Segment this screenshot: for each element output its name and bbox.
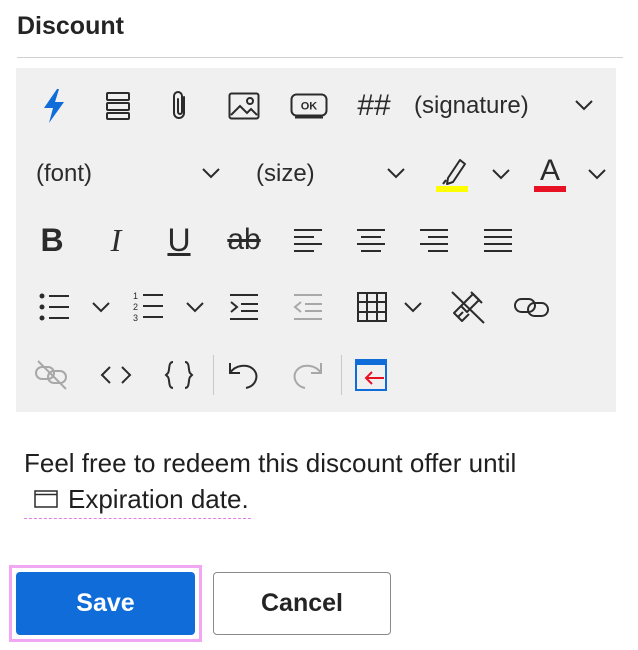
numbered-list-icon[interactable]: 123 xyxy=(128,287,168,327)
chevron-down-icon xyxy=(202,168,220,179)
undo-icon[interactable] xyxy=(223,355,263,395)
underline-button[interactable]: U xyxy=(159,220,199,260)
chevron-down-icon xyxy=(387,168,405,179)
redo-icon xyxy=(288,355,328,395)
insert-link-icon[interactable] xyxy=(510,287,554,327)
attachment-paperclip-icon[interactable] xyxy=(161,86,197,126)
bulleted-list-icon[interactable] xyxy=(34,287,74,327)
align-left-icon[interactable] xyxy=(288,220,328,260)
curly-braces-icon[interactable] xyxy=(159,355,199,395)
editor-body-text[interactable]: Feel free to redeem this discount offer … xyxy=(24,444,516,482)
expiration-date-placeholder[interactable]: Expiration date. xyxy=(24,480,251,519)
font-label: (font) xyxy=(36,160,93,187)
insert-table-icon[interactable] xyxy=(352,287,392,327)
ok-icon-label: OK xyxy=(301,101,318,113)
highlight-chevron-icon[interactable] xyxy=(486,154,516,194)
justify-icon[interactable] xyxy=(478,220,518,260)
align-right-icon[interactable] xyxy=(414,220,454,260)
insert-placeholder-icon[interactable] xyxy=(351,355,391,395)
bulleted-list-chevron-icon[interactable] xyxy=(86,287,116,327)
table-chevron-icon[interactable] xyxy=(398,287,428,327)
font-color-icon[interactable]: A xyxy=(528,152,572,196)
title-divider xyxy=(17,57,623,58)
toolbar-separator xyxy=(213,355,214,395)
font-size-dropdown[interactable]: (size) xyxy=(256,154,411,194)
italic-button[interactable]: I xyxy=(96,220,136,260)
decrease-indent-icon xyxy=(288,287,328,327)
section-title: Discount xyxy=(17,12,124,40)
strikethrough-button[interactable]: ab xyxy=(222,220,266,260)
editor-toolbar: OK ## (signature) (font) (size) A B I U … xyxy=(16,68,616,412)
horizontal-sections-icon[interactable] xyxy=(98,86,138,126)
align-center-icon[interactable] xyxy=(351,220,391,260)
font-color-chevron-icon[interactable] xyxy=(582,154,612,194)
signature-dropdown[interactable]: (signature) xyxy=(414,86,614,126)
bold-button[interactable]: B xyxy=(32,220,72,260)
placeholder-field-icon xyxy=(34,484,58,515)
toolbar-separator xyxy=(341,355,342,395)
svg-text:1: 1 xyxy=(133,291,138,301)
font-family-dropdown[interactable]: (font) xyxy=(36,154,226,194)
svg-text:3: 3 xyxy=(133,313,138,323)
increase-indent-icon[interactable] xyxy=(224,287,264,327)
font-color-letter: A xyxy=(540,154,560,187)
chevron-down-icon xyxy=(575,100,593,111)
insert-image-icon[interactable] xyxy=(224,86,264,126)
placeholder-label: Expiration date. xyxy=(68,483,249,514)
insert-button-ok-icon[interactable]: OK xyxy=(287,86,331,126)
cancel-button[interactable]: Cancel xyxy=(213,572,391,635)
remove-link-icon xyxy=(32,355,72,395)
signature-label: (signature) xyxy=(414,92,529,119)
save-button[interactable]: Save xyxy=(16,572,195,635)
hashtag-merge-field-icon[interactable]: ## xyxy=(352,86,396,126)
size-label: (size) xyxy=(256,160,315,187)
clear-formatting-icon[interactable] xyxy=(446,287,490,327)
numbered-list-chevron-icon[interactable] xyxy=(180,287,210,327)
quick-parts-lightning-icon[interactable] xyxy=(36,86,72,126)
highlight-color-icon[interactable] xyxy=(430,152,474,196)
source-code-icon[interactable] xyxy=(96,355,136,395)
svg-text:2: 2 xyxy=(133,302,138,312)
